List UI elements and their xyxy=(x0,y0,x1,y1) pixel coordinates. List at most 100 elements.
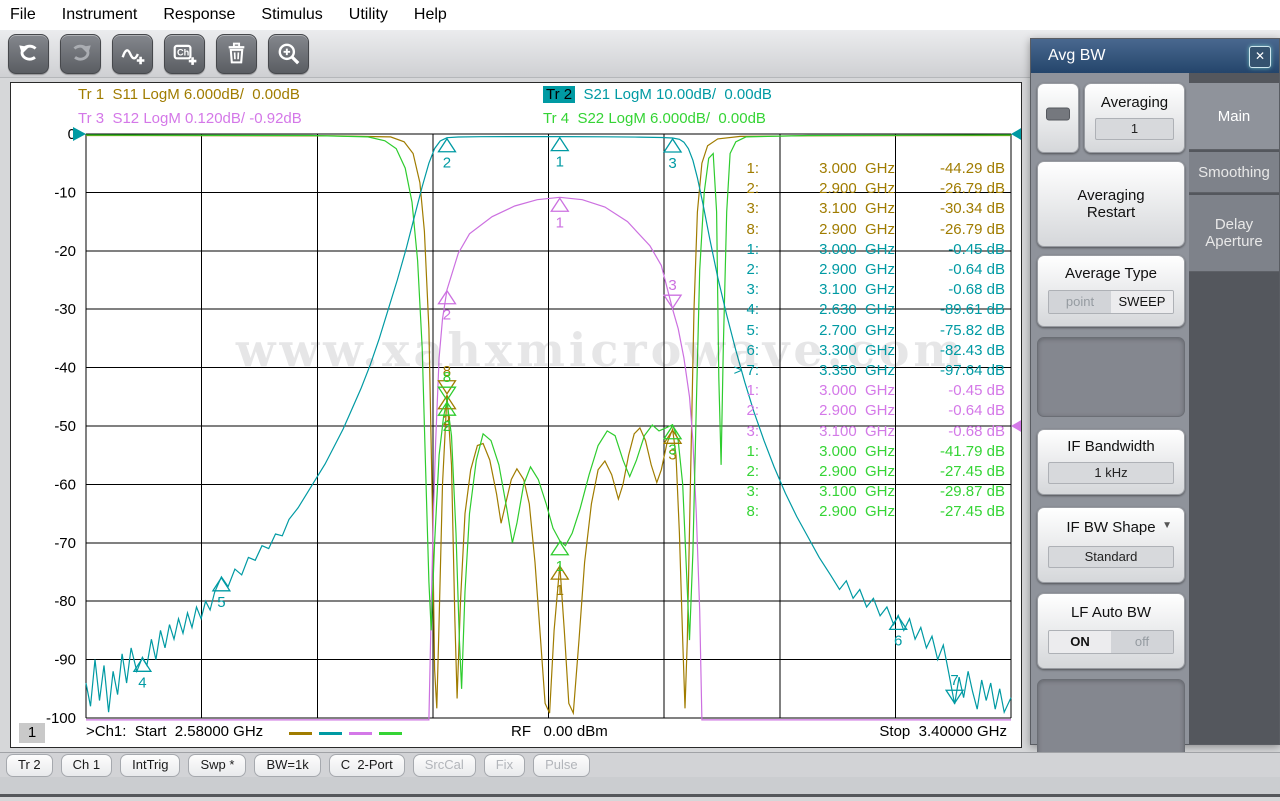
statusbar-swp--button[interactable]: Swp * xyxy=(188,753,247,777)
trace-desc: S22 LogM 6.000dB/ 0.00dB xyxy=(569,110,766,127)
marker-cell: 1: xyxy=(746,240,759,258)
add-trace-icon[interactable] xyxy=(112,33,153,74)
y-axis-tick-label: -60 xyxy=(54,476,76,493)
undo-icon[interactable] xyxy=(8,33,49,74)
trace-label-tr2[interactable]: Tr 2 S21 LogM 10.00dB/ 0.00dB xyxy=(543,86,772,103)
statusbar-srccal-button[interactable]: SrcCal xyxy=(412,753,476,777)
menu-help[interactable]: Help xyxy=(401,6,460,24)
tab-smoothing[interactable]: Smoothing xyxy=(1189,152,1279,193)
marker-cell: 3: xyxy=(746,422,759,440)
menu-stimulus[interactable]: Stimulus xyxy=(248,6,335,24)
lf-auto-bw-on-option[interactable]: ON xyxy=(1049,631,1111,653)
menu-instrument[interactable]: Instrument xyxy=(49,6,151,24)
marker-cell: 2: xyxy=(746,402,759,420)
marker-cell: > 7: xyxy=(733,362,759,379)
marker-row: 3: 3.100 GHz -0.68 dB xyxy=(711,280,1005,300)
menu-utility[interactable]: Utility xyxy=(336,6,401,24)
marker-row: 3: 3.100 GHz -0.68 dB xyxy=(711,422,1005,442)
stop-frequency-label: Stop 3.40000 GHz xyxy=(879,723,1007,740)
panel-title: Avg BW ✕ xyxy=(1031,39,1279,73)
tab-main[interactable]: Main xyxy=(1189,83,1279,150)
trace-id: Tr 4 xyxy=(543,110,570,127)
marker-cell: 3.000 GHz xyxy=(819,160,895,177)
marker-cell: 1: xyxy=(746,382,759,400)
marker-cell: 2.900 GHz xyxy=(819,402,895,420)
zoom-icon[interactable] xyxy=(268,33,309,74)
marker-cell: -44.29 dB xyxy=(939,160,1005,177)
lf-auto-bw-label: LF Auto BW xyxy=(1070,604,1152,621)
graph-panel[interactable]: 0 -10 -20 -30 -40 -50 -60 -70 -80 -90 -100 1 2 3 8 1 2 3 4… xyxy=(10,82,1022,748)
statusbar-fix-button[interactable]: Fix xyxy=(483,753,526,777)
trace-color-dashes xyxy=(289,732,402,735)
marker-row: 5: 2.700 GHz -75.82 dB xyxy=(711,321,1005,341)
y-axis-tick-label: -70 xyxy=(54,535,76,552)
marker-cell: 2.900 GHz xyxy=(819,180,895,198)
average-type-label: Average Type xyxy=(1064,265,1157,282)
tab-delay-aperture[interactable]: Delay Aperture xyxy=(1189,195,1279,272)
marker-cell: 3.300 GHz xyxy=(819,341,895,359)
marker-row: 3: 3.100 GHz -29.87 dB xyxy=(711,482,1005,502)
averaging-button[interactable]: Averaging 1 xyxy=(1084,83,1185,153)
trace-id: Tr 3 xyxy=(78,110,105,127)
reference-level-arrow xyxy=(73,127,86,141)
if-bandwidth-button[interactable]: IF Bandwidth 1 kHz xyxy=(1037,429,1185,495)
menu-bar: File Instrument Response Stimulus Utility Hel… xyxy=(0,0,1280,30)
if-bw-shape-value[interactable]: Standard xyxy=(1048,546,1174,568)
trace-label-tr4[interactable]: Tr 4 S22 LogM 6.000dB/ 0.00dB xyxy=(543,110,766,127)
y-axis-tick-label: -50 xyxy=(54,418,76,435)
marker-s12-1[interactable] xyxy=(550,197,570,212)
averaging-restart-button[interactable]: Averaging Restart xyxy=(1037,161,1185,247)
lf-auto-bw-segmented: ON off xyxy=(1048,630,1174,654)
marker-cell: 3.000 GHz xyxy=(819,442,895,460)
vna-application-window: File Instrument Response Stimulus Utility Hel… xyxy=(0,0,1280,801)
marker-row: 1: 3.000 GHz -44.29 dB xyxy=(711,159,1005,179)
statusbar-inttrig-button[interactable]: IntTrig xyxy=(120,753,181,777)
average-type-sweep-option[interactable]: SWEEP xyxy=(1111,291,1173,313)
marker-s12-3[interactable] xyxy=(662,294,683,310)
marker-s21-6[interactable] xyxy=(888,615,908,631)
averaging-toggle-button[interactable] xyxy=(1037,83,1079,153)
menu-file[interactable]: File xyxy=(0,6,49,24)
statusbar-ch-1-button[interactable]: Ch 1 xyxy=(60,753,113,777)
if-bw-shape-button[interactable]: IF BW Shape ▼ Standard xyxy=(1037,507,1185,583)
trace-label-tr3[interactable]: Tr 3 S12 LogM 0.120dB/ -0.92dB xyxy=(78,110,302,127)
lf-auto-bw-button[interactable]: LF Auto BW ON off xyxy=(1037,593,1185,669)
trace-label-tr1[interactable]: Tr 1 S11 LogM 6.000dB/ 0.00dB xyxy=(78,86,300,103)
trace-dash xyxy=(289,732,312,735)
statusbar-tr-2-button[interactable]: Tr 2 xyxy=(6,753,53,777)
chevron-down-icon[interactable]: ▼ xyxy=(1162,520,1172,531)
marker-cell: 2.900 GHz xyxy=(819,261,895,278)
delete-icon[interactable] xyxy=(216,33,257,74)
marker-cell: 3: xyxy=(746,200,759,218)
marker-s21-1[interactable] xyxy=(550,136,570,152)
if-bandwidth-value[interactable]: 1 kHz xyxy=(1048,462,1174,484)
marker-cell: 3.000 GHz xyxy=(819,240,895,258)
add-channel-icon[interactable]: Ch xyxy=(164,33,205,74)
y-axis-tick-label: -30 xyxy=(54,301,76,318)
marker-s21-5[interactable] xyxy=(211,576,232,592)
statusbar-c-2-port-button[interactable]: C 2-Port xyxy=(328,753,405,777)
marker-s22-1[interactable] xyxy=(550,540,570,556)
average-type-point-option[interactable]: point xyxy=(1049,291,1111,313)
statusbar-bw-1k-button[interactable]: BW=1k xyxy=(254,753,321,777)
averaging-value[interactable]: 1 xyxy=(1095,118,1174,140)
marker-label-s21-1: 1 xyxy=(556,154,564,171)
averaging-label: Averaging xyxy=(1100,94,1169,111)
channel-badge[interactable]: 1 xyxy=(19,723,45,743)
y-axis-tick-label: -20 xyxy=(54,243,76,260)
redo-icon[interactable] xyxy=(60,33,101,74)
empty-softkey-2 xyxy=(1037,679,1185,759)
lf-auto-bw-off-option[interactable]: off xyxy=(1111,631,1173,653)
y-axis-tick-label: -40 xyxy=(54,360,76,377)
marker-cell: 3: xyxy=(746,483,759,501)
trace-desc: S12 LogM 0.120dB/ -0.92dB xyxy=(104,110,302,127)
marker-s21-3[interactable] xyxy=(662,137,683,153)
close-icon[interactable]: ✕ xyxy=(1249,46,1271,68)
average-type-button[interactable]: Average Type point SWEEP xyxy=(1037,255,1185,327)
marker-cell: 8: xyxy=(746,220,759,238)
statusbar-pulse-button[interactable]: Pulse xyxy=(533,753,590,777)
marker-cell: -0.64 dB xyxy=(948,402,1005,420)
empty-softkey-1 xyxy=(1037,337,1185,417)
menu-response[interactable]: Response xyxy=(150,6,248,24)
marker-label-s22-3: 3 xyxy=(668,442,676,459)
